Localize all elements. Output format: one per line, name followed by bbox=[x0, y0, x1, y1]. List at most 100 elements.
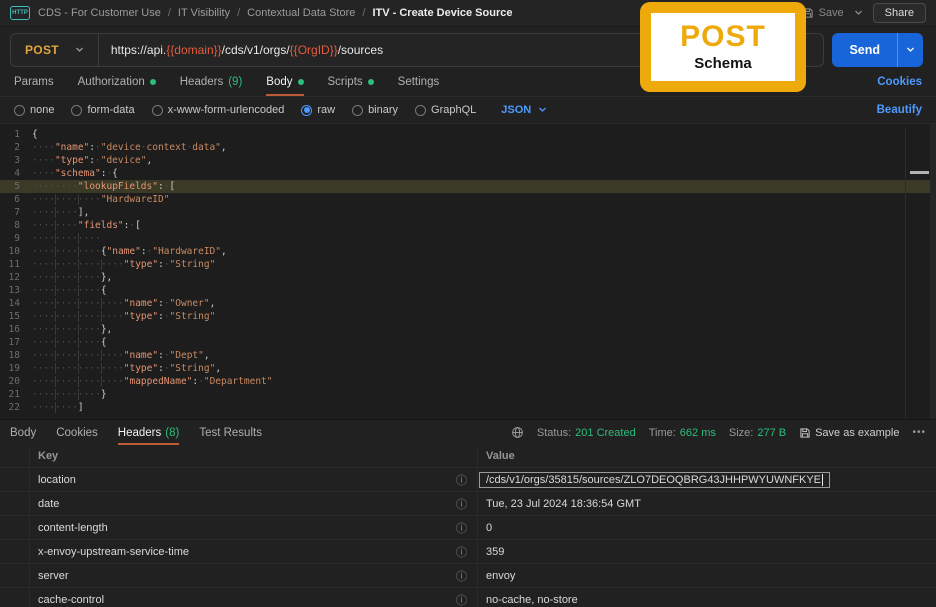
code-line[interactable]: 18 ················"name":·"Dept", bbox=[0, 349, 936, 362]
info-icon[interactable]: ⓘ bbox=[456, 544, 467, 560]
code-line[interactable]: 10 ············{"name":·"HardwareID", bbox=[0, 245, 936, 258]
body-code-editor[interactable]: 1{2 ····"name":·"device·context·data", 3 ··… bbox=[0, 123, 936, 419]
radio-form-data[interactable]: form-data bbox=[71, 104, 135, 116]
url-input[interactable]: https://api.{{domain}}/cds/v1/orgs/{{Org… bbox=[99, 43, 395, 57]
header-value-cell[interactable]: envoy bbox=[478, 564, 936, 587]
line-number: 10 bbox=[8, 246, 20, 257]
send-button[interactable]: Send bbox=[832, 33, 897, 67]
radio-label: GraphQL bbox=[431, 104, 477, 116]
code-line[interactable]: 14 ················"name":·"Owner", bbox=[0, 297, 936, 310]
line-number: 13 bbox=[8, 285, 20, 296]
share-button[interactable]: Share bbox=[872, 3, 926, 23]
status-badge[interactable]: Status: 201 Created bbox=[537, 427, 636, 439]
beautify-link[interactable]: Beautify bbox=[877, 104, 922, 116]
tab-cookies[interactable]: Cookies bbox=[56, 420, 98, 445]
tab-headers[interactable]: Headers (8) bbox=[117, 420, 179, 445]
header-value-cell[interactable]: Tue, 23 Jul 2024 18:36:54 GMT bbox=[478, 492, 936, 515]
cookies-link[interactable]: Cookies bbox=[877, 76, 922, 88]
tab-label: Params bbox=[14, 75, 54, 88]
breadcrumb-item-itv-create-device-source[interactable]: ITV - Create Device Source bbox=[372, 7, 512, 19]
more-options-button[interactable]: ••• bbox=[912, 427, 926, 438]
header-value-cell[interactable]: no-cache, no-store bbox=[478, 588, 936, 607]
radio-raw[interactable]: raw bbox=[301, 104, 335, 116]
save-options-chevron-icon[interactable] bbox=[854, 10, 863, 16]
tab-body[interactable]: Body bbox=[10, 420, 36, 445]
code-line[interactable]: 5 ········"lookupFields":·[ bbox=[0, 180, 936, 193]
code-line[interactable]: 3 ····"type":·"device", bbox=[0, 154, 936, 167]
tab-test-results[interactable]: Test Results bbox=[199, 420, 262, 445]
radio-graphql[interactable]: GraphQL bbox=[415, 104, 476, 116]
code-line[interactable]: 8 ········"fields":·[ bbox=[0, 219, 936, 232]
tab-body[interactable]: Body bbox=[266, 67, 304, 96]
info-icon[interactable]: ⓘ bbox=[456, 496, 467, 512]
key-column-label: Key bbox=[38, 450, 59, 462]
tab-settings[interactable]: Settings bbox=[398, 67, 440, 96]
code-line[interactable]: 20 ················"mappedName":·"Departm… bbox=[0, 375, 936, 388]
method-selector[interactable]: POST bbox=[11, 34, 98, 66]
code-line[interactable]: 11 ················"type":·"String" bbox=[0, 258, 936, 271]
code-line[interactable]: 7 ········], bbox=[0, 206, 936, 219]
save-label: Save bbox=[818, 7, 844, 19]
header-key: x-envoy-upstream-service-time bbox=[38, 545, 189, 558]
editor-scroll-marker[interactable] bbox=[910, 171, 929, 174]
breadcrumb-item-cds-for-customer-use[interactable]: CDS - For Customer Use bbox=[38, 7, 161, 19]
code-line[interactable]: 2 ····"name":·"device·context·data", bbox=[0, 141, 936, 154]
tab-authorization[interactable]: Authorization bbox=[78, 67, 156, 96]
code-line[interactable]: 21 ············} bbox=[0, 388, 936, 401]
tab-headers[interactable]: Headers (9) bbox=[180, 67, 243, 96]
code-line[interactable]: 9 ············ bbox=[0, 232, 936, 245]
breadcrumb: CDS - For Customer Use / IT Visibility / Con… bbox=[38, 7, 512, 19]
send-split-button: Send bbox=[832, 33, 923, 67]
save-as-example-button[interactable]: Save as example bbox=[799, 427, 899, 439]
table-gutter-cell bbox=[0, 516, 30, 539]
info-icon[interactable]: ⓘ bbox=[456, 568, 467, 584]
breadcrumb-item-it-visibility[interactable]: IT Visibility bbox=[178, 7, 230, 19]
code-line[interactable]: 4 ····"schema":·{ bbox=[0, 167, 936, 180]
send-options-chevron-icon[interactable] bbox=[897, 33, 923, 67]
header-value-cell[interactable]: 359 bbox=[478, 540, 936, 563]
line-number: 14 bbox=[8, 298, 20, 309]
info-icon[interactable]: ⓘ bbox=[456, 520, 467, 536]
header-value-cell[interactable]: /cds/v1/orgs/35815/sources/ZLO7DEOQBRG43… bbox=[478, 468, 936, 491]
headers-table-body: location ⓘ /cds/v1/orgs/35815/sources/ZLO7… bbox=[0, 468, 936, 607]
response-panel: Body Cookies Headers (8) Test Results Status… bbox=[0, 419, 936, 607]
code-line[interactable]: 1{ bbox=[0, 128, 936, 141]
code-line[interactable]: 19 ················"type":·"String", bbox=[0, 362, 936, 375]
radio-button-icon bbox=[415, 104, 427, 116]
time-badge[interactable]: Time: 662 ms bbox=[649, 427, 716, 439]
code-text: ····"schema":·{ bbox=[32, 168, 118, 179]
save-button[interactable]: Save bbox=[802, 7, 844, 19]
info-icon[interactable]: ⓘ bbox=[456, 472, 467, 488]
tab-params[interactable]: Params bbox=[14, 67, 54, 96]
size-badge[interactable]: Size: 277 B bbox=[729, 427, 786, 439]
code-line[interactable]: 22 ········] bbox=[0, 401, 936, 414]
selected-value-box[interactable]: /cds/v1/orgs/35815/sources/ZLO7DEOQBRG43… bbox=[479, 471, 830, 488]
header-value: envoy bbox=[486, 569, 516, 582]
radio-x-www-form-urlencoded[interactable]: x-www-form-urlencoded bbox=[151, 104, 284, 116]
code-line[interactable]: 15 ················"type":·"String" bbox=[0, 310, 936, 323]
info-icon[interactable]: ⓘ bbox=[456, 592, 467, 607]
code-line[interactable]: 12 ············}, bbox=[0, 271, 936, 284]
breadcrumb-separator: / bbox=[167, 7, 171, 19]
code-line[interactable]: 17 ············{ bbox=[0, 336, 936, 349]
line-number: 12 bbox=[8, 272, 20, 283]
network-globe-icon[interactable] bbox=[511, 426, 524, 439]
radio-binary[interactable]: binary bbox=[352, 104, 398, 116]
language-dropdown[interactable]: JSON bbox=[501, 104, 547, 116]
method-chevron-icon bbox=[75, 47, 84, 53]
header-key: server bbox=[38, 569, 69, 582]
code-line[interactable]: 13 ············{ bbox=[0, 284, 936, 297]
editor-scrollbar[interactable] bbox=[930, 124, 936, 419]
header-value: no-cache, no-store bbox=[486, 593, 578, 606]
header-key-cell: date ⓘ bbox=[30, 492, 478, 515]
breadcrumb-item-contextual-data-store[interactable]: Contextual Data Store bbox=[247, 7, 355, 19]
tab-label: Cookies bbox=[56, 426, 98, 439]
column-header-key: Key bbox=[30, 445, 478, 467]
radio-none[interactable]: none bbox=[14, 104, 54, 116]
save-as-example-label: Save as example bbox=[815, 426, 900, 439]
header-value-cell[interactable]: 0 bbox=[478, 516, 936, 539]
tab-scripts[interactable]: Scripts bbox=[328, 67, 374, 96]
code-text: ················"type":·"String", bbox=[32, 363, 222, 374]
code-line[interactable]: 6 ············"HardwareID" bbox=[0, 193, 936, 206]
code-line[interactable]: 16 ············}, bbox=[0, 323, 936, 336]
